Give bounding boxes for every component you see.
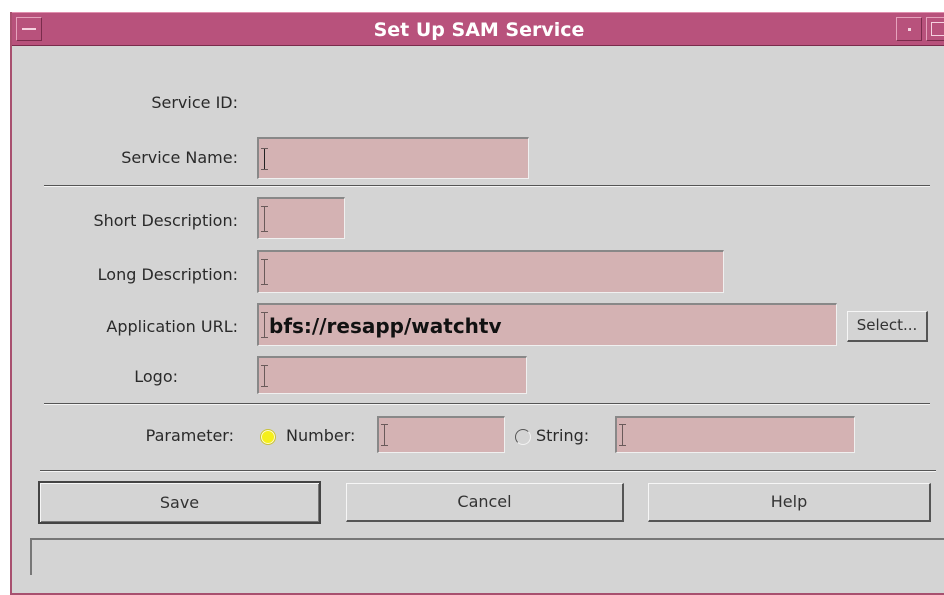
logo-input[interactable] [257, 356, 527, 394]
status-bar [30, 538, 944, 575]
maximize-icon [931, 22, 944, 36]
service-name-input[interactable] [257, 137, 529, 179]
text-cursor-icon [619, 424, 626, 446]
logo-label: Logo: [134, 367, 178, 386]
help-button[interactable]: Help [648, 483, 931, 522]
application-url-value: bfs://resapp/watchtv [269, 314, 502, 338]
window-title: Set Up SAM Service [373, 19, 585, 41]
text-cursor-icon [261, 206, 268, 232]
service-name-label: Service Name: [121, 148, 238, 167]
cancel-button[interactable]: Cancel [346, 483, 624, 522]
short-description-label: Short Description: [93, 211, 238, 230]
text-cursor-icon [261, 312, 268, 338]
maximize-button[interactable] [926, 17, 944, 41]
text-cursor-icon [381, 424, 388, 446]
application-url-input[interactable]: bfs://resapp/watchtv [257, 303, 837, 346]
number-input[interactable] [377, 416, 505, 453]
short-description-input[interactable] [257, 197, 345, 239]
separator-1 [44, 185, 930, 187]
save-button[interactable]: Save [38, 481, 321, 524]
minimize-icon [908, 28, 911, 31]
service-id-label: Service ID: [151, 93, 238, 112]
number-label: Number: [286, 426, 356, 445]
minimize-button[interactable] [896, 17, 922, 41]
text-cursor-icon [261, 148, 268, 170]
long-description-input[interactable] [257, 250, 724, 293]
separator-2 [44, 403, 930, 405]
select-button[interactable]: Select... [847, 311, 928, 342]
setup-sam-service-dialog: Set Up SAM Service Service ID: Service N… [10, 12, 944, 595]
string-label: String: [536, 426, 590, 445]
separator-3 [40, 470, 936, 472]
parameter-label: Parameter: [145, 426, 234, 445]
string-input[interactable] [615, 416, 855, 453]
long-description-label: Long Description: [97, 265, 238, 284]
string-radio[interactable] [515, 429, 531, 445]
text-cursor-icon [261, 365, 268, 387]
text-cursor-icon [261, 259, 268, 285]
application-url-label: Application URL: [106, 317, 238, 336]
number-radio[interactable] [260, 429, 276, 445]
title-bar[interactable]: Set Up SAM Service [12, 12, 944, 46]
